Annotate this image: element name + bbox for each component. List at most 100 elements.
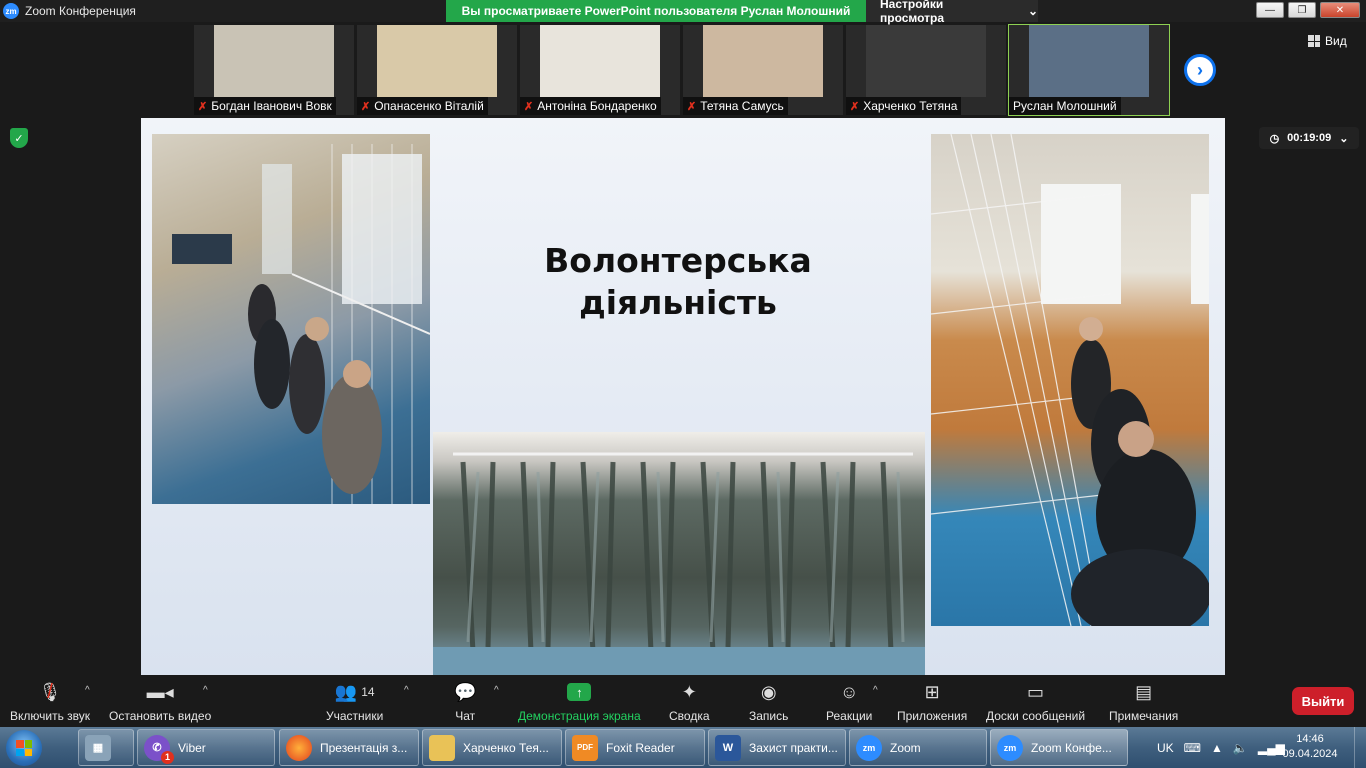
taskbar-app-label: Харченко Тея... bbox=[463, 740, 549, 755]
video-tile-active-speaker[interactable]: Руслан Молошний bbox=[1008, 24, 1170, 116]
participants-label: Участники bbox=[326, 709, 384, 723]
participant-video bbox=[540, 25, 660, 97]
mic-off-icon: 🎙 / bbox=[38, 680, 62, 703]
folder-icon bbox=[429, 734, 455, 761]
taskbar-app-viber[interactable]: ✆ 1 Viber bbox=[137, 729, 275, 766]
chat-button[interactable]: 💬 Чат bbox=[454, 681, 477, 724]
zoom-icon: zm bbox=[856, 734, 882, 761]
stop-video-button[interactable]: ▬◂ Остановить видео bbox=[109, 681, 211, 724]
notes-button[interactable]: ▤ Примечания bbox=[1109, 681, 1179, 724]
chevron-down-icon: ⌄ bbox=[1027, 4, 1038, 18]
participant-name-tag: ✗ Опанасенко Віталій bbox=[357, 97, 488, 115]
chevron-up-icon[interactable]: ^ bbox=[873, 685, 878, 696]
foxit-pdf-icon: PDF bbox=[572, 734, 598, 761]
slide-title-line: діяльність bbox=[579, 283, 777, 322]
chevron-up-icon[interactable]: ^ bbox=[85, 685, 90, 696]
close-icon[interactable]: ✕ bbox=[1320, 2, 1360, 18]
taskbar-app-label: Viber bbox=[178, 740, 206, 755]
apps-button[interactable]: ⊞ Приложения bbox=[897, 681, 967, 724]
participants-button[interactable]: 👥 14 Участники bbox=[326, 681, 384, 724]
chat-bubble-icon: 💬 bbox=[454, 681, 477, 702]
timer-value: 00:19:09 bbox=[1287, 132, 1332, 144]
participant-name-tag: ✗ Тетяна Самусь bbox=[683, 97, 788, 115]
whiteboards-button[interactable]: ▭ Доски сообщений bbox=[986, 681, 1085, 724]
show-hidden-icons-icon[interactable]: ▲ bbox=[1211, 741, 1223, 755]
taskbar-app-firefox[interactable]: Презентація з... bbox=[279, 729, 419, 766]
firefox-icon bbox=[286, 734, 312, 761]
participant-video bbox=[214, 25, 334, 97]
windows-taskbar: ▦ ✆ 1 Viber Презентація з... Харченко Тея… bbox=[0, 727, 1366, 768]
meeting-timer[interactable]: ◷ 00:19:09 ⌄ bbox=[1259, 127, 1359, 149]
system-clock[interactable]: 14:46 09.04.2024 bbox=[1280, 732, 1340, 762]
participant-video bbox=[703, 25, 823, 97]
students-weaving-net-photo bbox=[152, 134, 430, 504]
unmute-button[interactable]: 🎙 / Включить звук bbox=[10, 680, 91, 724]
taskbar-app-zoom[interactable]: zm Zoom bbox=[849, 729, 987, 766]
chevron-down-icon: ⌄ bbox=[1339, 132, 1349, 145]
participant-video bbox=[377, 25, 497, 97]
participant-name-tag: Руслан Молошний bbox=[1009, 97, 1121, 115]
participant-name-tag: ✗ Богдан Іванович Вовк bbox=[194, 97, 336, 115]
video-tile[interactable]: ✗ Харченко Тетяна bbox=[846, 25, 1006, 115]
chevron-up-icon[interactable]: ^ bbox=[494, 685, 499, 696]
camouflage-net-photo bbox=[433, 432, 925, 675]
taskbar-app-calculator[interactable]: ▦ bbox=[78, 729, 134, 766]
taskbar-app-label: Zoom Конфе... bbox=[1031, 740, 1112, 755]
students-at-gym-net-photo bbox=[931, 134, 1209, 626]
slide-title-line: Волонтерська bbox=[544, 241, 812, 280]
meeting-toolbar: 🎙 / Включить звук ^ ▬◂ Остановить видео ^… bbox=[0, 675, 1366, 727]
taskbar-app-foxit[interactable]: PDF Foxit Reader bbox=[565, 729, 705, 766]
notes-label: Примечания bbox=[1109, 709, 1179, 723]
shield-check-icon[interactable]: ✓ bbox=[10, 128, 28, 148]
record-button[interactable]: ◉ Запись bbox=[749, 681, 789, 724]
view-settings-button[interactable]: Настройки просмотра ⌄ bbox=[866, 0, 1038, 25]
video-tile[interactable]: ✗ Антоніна Бондаренко bbox=[520, 25, 680, 115]
language-indicator[interactable]: UK bbox=[1157, 741, 1174, 755]
participant-name-tag: ✗ Антоніна Бондаренко bbox=[520, 97, 661, 115]
video-tile[interactable]: ✗ Богдан Іванович Вовк bbox=[194, 25, 354, 115]
video-tile[interactable]: ✗ Опанасенко Віталій bbox=[357, 25, 517, 115]
clock-icon: ◷ bbox=[1269, 132, 1280, 145]
taskbar-app-label: Zoom bbox=[890, 740, 921, 755]
zoom-icon: zm bbox=[997, 734, 1023, 761]
share-banner: Вы просматриваете PowerPoint пользовател… bbox=[446, 0, 866, 22]
emoji-icon: ☺ bbox=[839, 681, 859, 702]
video-strip: ✗ Богдан Іванович Вовк ✗ Опанасенко Віталі… bbox=[0, 22, 1366, 118]
apps-icon: ⊞ bbox=[924, 681, 940, 702]
mic-off-icon: ✗ bbox=[850, 100, 860, 113]
keyboard-icon[interactable]: ⌨ bbox=[1184, 741, 1201, 755]
maximize-icon[interactable]: ❐ bbox=[1288, 2, 1316, 18]
grid-icon bbox=[1308, 35, 1320, 47]
mic-off-icon: ✗ bbox=[687, 100, 697, 113]
chevron-up-icon[interactable]: ^ bbox=[404, 685, 409, 696]
unmute-label: Включить звук bbox=[10, 709, 91, 723]
volume-icon[interactable]: 🔈 bbox=[1233, 741, 1248, 755]
clock-time: 14:46 bbox=[1296, 733, 1324, 745]
view-button[interactable]: Вид bbox=[1308, 34, 1347, 48]
share-screen-button[interactable]: ↑ Демонстрация экрана bbox=[518, 681, 641, 723]
summary-button[interactable]: ✦ Сводка bbox=[669, 681, 710, 724]
start-button[interactable] bbox=[6, 730, 42, 766]
minimize-icon[interactable]: — bbox=[1256, 2, 1284, 18]
notes-icon: ▤ bbox=[1135, 681, 1153, 702]
video-tile[interactable]: ✗ Тетяна Самусь bbox=[683, 25, 843, 115]
show-desktop-button[interactable] bbox=[1354, 727, 1366, 768]
reactions-button[interactable]: ☺ Реакции bbox=[826, 681, 872, 724]
view-label: Вид bbox=[1325, 34, 1347, 48]
taskbar-app-word[interactable]: W Захист практи... bbox=[708, 729, 846, 766]
mic-off-icon: ✗ bbox=[524, 100, 534, 113]
whiteboard-icon: ▭ bbox=[1027, 681, 1045, 702]
chevron-right-icon[interactable]: › bbox=[1184, 54, 1216, 86]
taskbar-app-explorer[interactable]: Харченко Тея... bbox=[422, 729, 562, 766]
record-icon: ◉ bbox=[760, 681, 777, 702]
taskbar-app-zoom-meeting[interactable]: zm Zoom Конфе... bbox=[990, 729, 1128, 766]
people-icon: 👥 14 bbox=[334, 681, 375, 702]
participants-count: 14 bbox=[361, 685, 375, 699]
window-title-area: zm Zoom Конференция bbox=[0, 0, 136, 22]
window-title: Zoom Конференция bbox=[25, 4, 136, 18]
calculator-icon: ▦ bbox=[85, 734, 111, 761]
record-label: Запись bbox=[749, 709, 789, 723]
chevron-up-icon[interactable]: ^ bbox=[203, 685, 208, 696]
leave-button[interactable]: Выйти bbox=[1292, 687, 1354, 715]
taskbar-app-label: Захист практи... bbox=[749, 740, 838, 755]
